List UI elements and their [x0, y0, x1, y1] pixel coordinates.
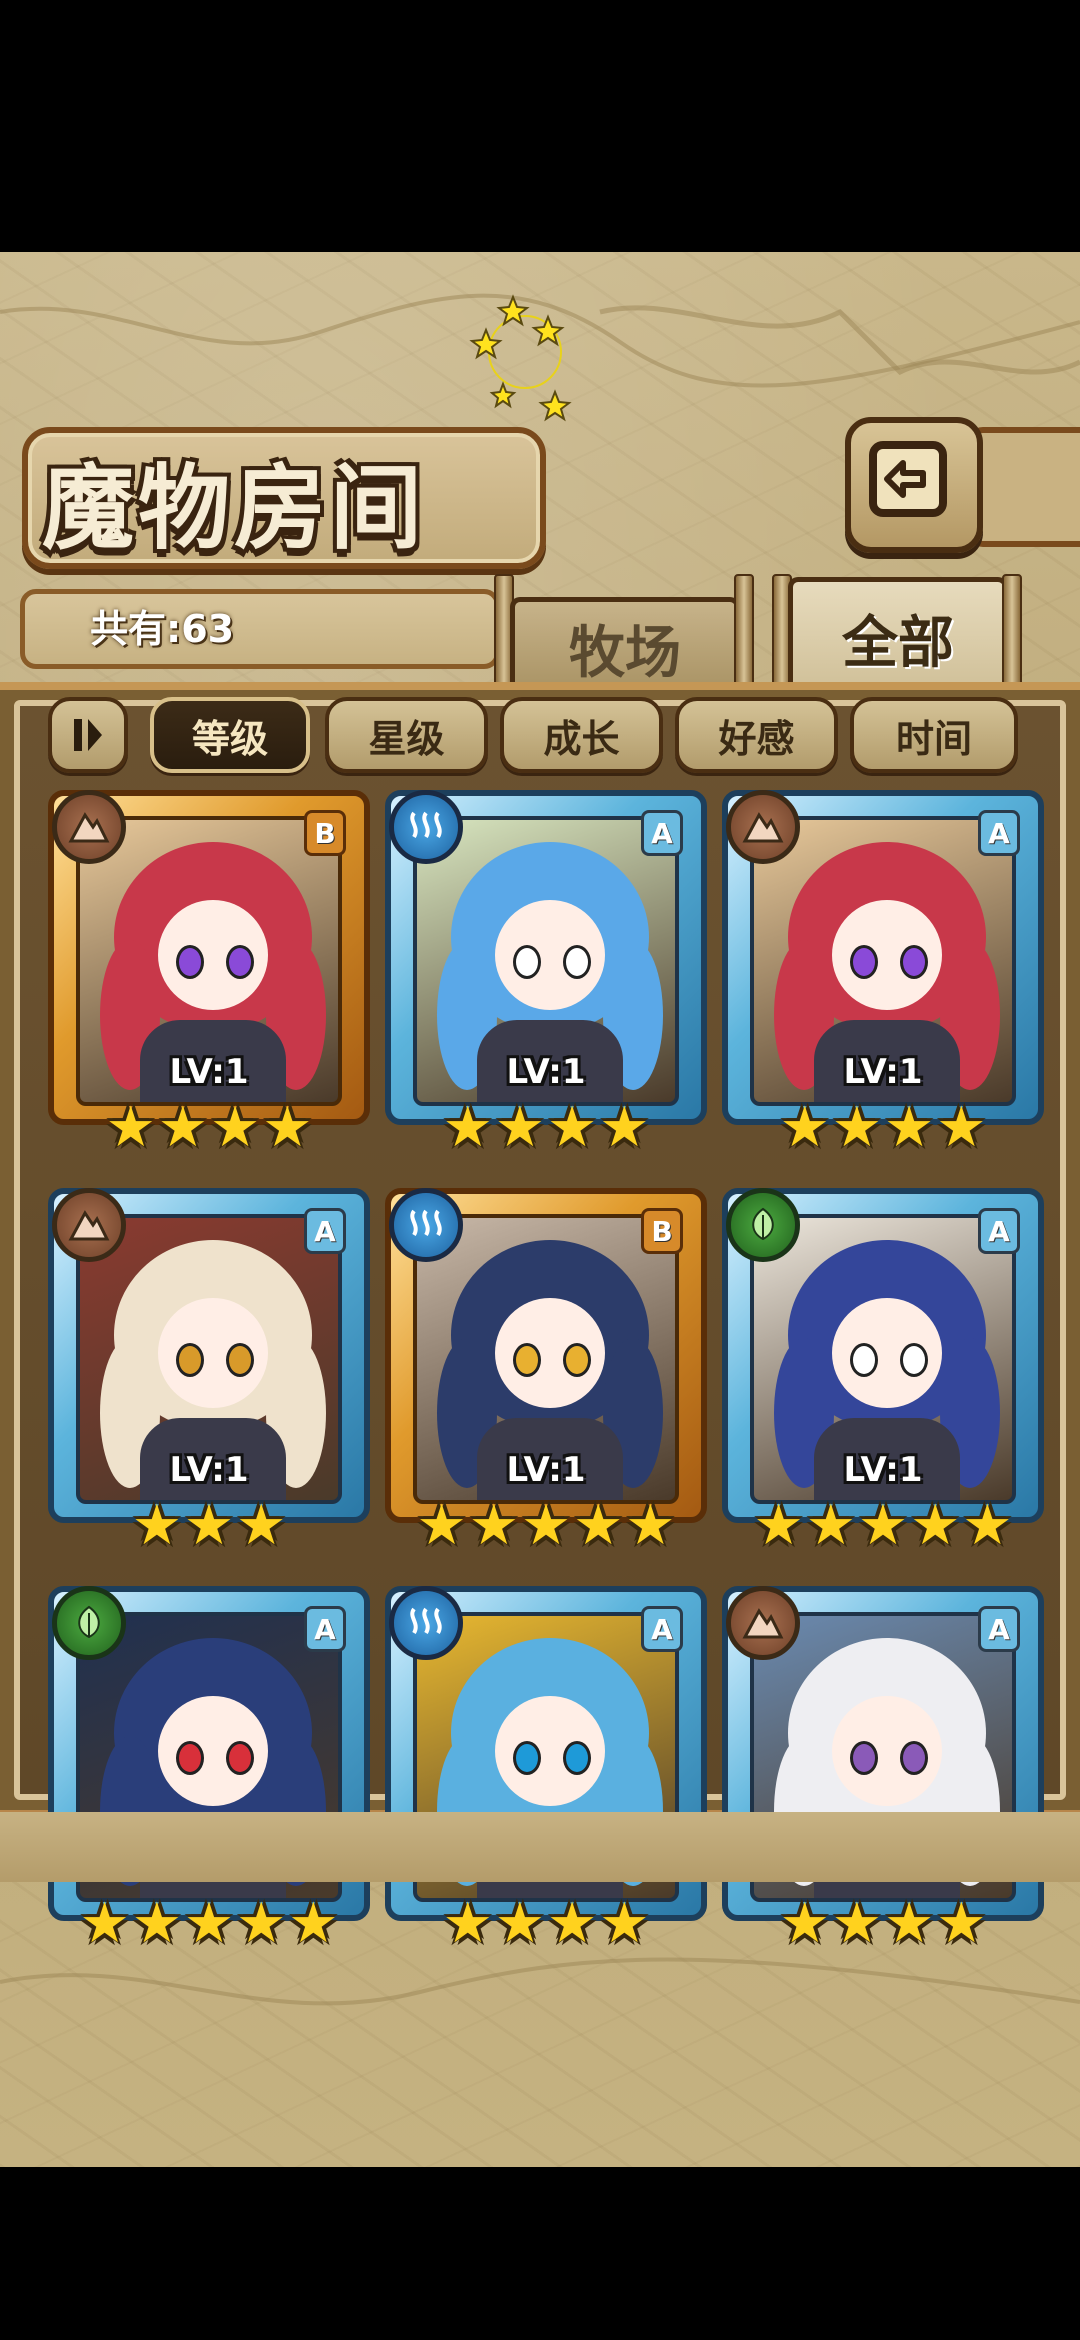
filter-stars[interactable]: 星级: [325, 697, 488, 773]
rank-badge: A: [978, 1606, 1020, 1652]
star-icon: ★: [157, 1095, 208, 1160]
star-icon: ★: [416, 1493, 467, 1558]
rank-badge: A: [641, 1606, 683, 1652]
filter-time[interactable]: 时间: [850, 697, 1018, 773]
star-icon: ★: [79, 1891, 130, 1956]
star-rating: ★ ★ ★ ★ ★: [48, 1896, 370, 1952]
sort-toggle-icon: [74, 719, 102, 751]
star-rating: ★ ★ ★ ★: [722, 1896, 1044, 1952]
rank-badge: A: [978, 810, 1020, 856]
star-icon: ★: [547, 1095, 598, 1160]
star-icon: ★: [936, 1095, 987, 1160]
star-icon: ★: [884, 1891, 935, 1956]
star-icon: ★: [805, 1493, 856, 1558]
star-rating: ★ ★ ★ ★ ★: [722, 1498, 1044, 1554]
monster-card[interactable]: A LV:1 ★ ★ ★: [48, 1188, 370, 1568]
monster-card[interactable]: ALV:1★★★★: [385, 1586, 707, 1966]
rank-badge: A: [304, 1208, 346, 1254]
level-label: LV:1: [843, 1450, 923, 1490]
star-icon: ★: [625, 1493, 676, 1558]
star-icon: ★: [779, 1095, 830, 1160]
tab-pasture[interactable]: 牧场: [510, 597, 740, 694]
star-icon: ★: [599, 1891, 650, 1956]
fence-post: [734, 574, 754, 698]
level-label: LV:1: [843, 1052, 923, 1092]
back-arrow-icon: [869, 441, 947, 517]
fence-post: [1002, 574, 1022, 698]
level-label: LV:1: [506, 1052, 586, 1092]
star-rating: ★ ★ ★ ★: [722, 1100, 1044, 1156]
star-rating: ★ ★ ★ ★: [48, 1100, 370, 1156]
star-icon: ★: [494, 1095, 545, 1160]
level-label: LV:1: [169, 1450, 249, 1490]
earth-element-icon: [52, 1188, 126, 1262]
star-icon: ★: [210, 1095, 261, 1160]
game-screen: 魔物房间 共有:63 牧场 全部 等级 星级 成长 好感 时间 B LV:1 ★ ★ ★…: [0, 252, 1080, 2167]
back-button[interactable]: [845, 417, 983, 553]
star-rating: ★ ★ ★ ★: [385, 1896, 707, 1952]
bottom-parchment: [0, 1812, 1080, 1882]
wood-element-icon: [52, 1586, 126, 1660]
star-icon: ★: [753, 1493, 804, 1558]
monster-card[interactable]: ALV:1★★★★: [722, 1586, 1044, 1966]
rank-badge: A: [978, 1208, 1020, 1254]
star-icon: ★: [494, 1891, 545, 1956]
star-icon: ★: [288, 1891, 339, 1956]
page-title: 魔物房间: [42, 454, 427, 562]
water-element-icon: [389, 1586, 463, 1660]
star-icon: ★: [262, 1095, 313, 1160]
star-icon: ★: [779, 1891, 830, 1956]
star-icon: ★: [442, 1095, 493, 1160]
water-element-icon: [389, 790, 463, 864]
filter-affection[interactable]: 好感: [675, 697, 838, 773]
star-icon: ★: [857, 1493, 909, 1558]
monster-card[interactable]: ALV:1★★★★★: [48, 1586, 370, 1966]
monster-card[interactable]: ALV:1★★★★: [385, 790, 707, 1170]
star-icon: ★: [236, 1493, 287, 1558]
earth-element-icon: [52, 790, 126, 864]
star-icon: ★: [884, 1095, 935, 1160]
filter-growth[interactable]: 成长: [500, 697, 663, 773]
star-icon: ★: [962, 1493, 1013, 1558]
monster-card[interactable]: ALV:1★★★★: [722, 790, 1044, 1170]
star-icon: ★: [442, 1891, 493, 1956]
water-element-icon: [389, 1188, 463, 1262]
star-icon: ★: [520, 1493, 572, 1558]
star-icon: ★: [831, 1891, 882, 1956]
level-label: LV:1: [506, 1450, 586, 1490]
star-rating: ★ ★ ★ ★: [385, 1100, 707, 1156]
sparkle-ring: [469, 294, 572, 422]
rank-badge: B: [304, 810, 346, 856]
star-icon: ★: [131, 1891, 182, 1956]
monster-count: 共有:63: [90, 607, 235, 651]
star-icon: ★: [573, 1493, 624, 1558]
star-icon: ★: [936, 1891, 987, 1956]
star-icon: ★: [183, 1891, 235, 1956]
star-icon: ★: [183, 1493, 235, 1558]
star-rating: ★ ★ ★: [48, 1498, 370, 1554]
star-rating: ★ ★ ★ ★ ★: [385, 1498, 707, 1554]
filter-level[interactable]: 等级: [150, 697, 310, 773]
monster-card[interactable]: B LV:1 ★ ★ ★ ★: [48, 790, 370, 1170]
rank-badge: A: [641, 810, 683, 856]
star-icon: ★: [236, 1891, 287, 1956]
monster-card[interactable]: ALV:1★★★★★: [722, 1188, 1044, 1568]
earth-element-icon: [726, 1586, 800, 1660]
star-icon: ★: [105, 1095, 156, 1160]
star-icon: ★: [831, 1095, 882, 1160]
monster-card[interactable]: B LV:1 ★ ★ ★ ★ ★: [385, 1188, 707, 1568]
wood-element-icon: [726, 1188, 800, 1262]
star-icon: ★: [599, 1095, 650, 1160]
earth-element-icon: [726, 790, 800, 864]
rank-badge: A: [304, 1606, 346, 1652]
level-label: LV:1: [169, 1052, 249, 1092]
tab-all[interactable]: 全部: [788, 577, 1008, 694]
star-icon: ★: [547, 1891, 598, 1956]
star-icon: ★: [131, 1493, 182, 1558]
star-icon: ★: [468, 1493, 519, 1558]
rank-badge: B: [641, 1208, 683, 1254]
sort-order-button[interactable]: [48, 697, 128, 773]
star-icon: ★: [910, 1493, 961, 1558]
